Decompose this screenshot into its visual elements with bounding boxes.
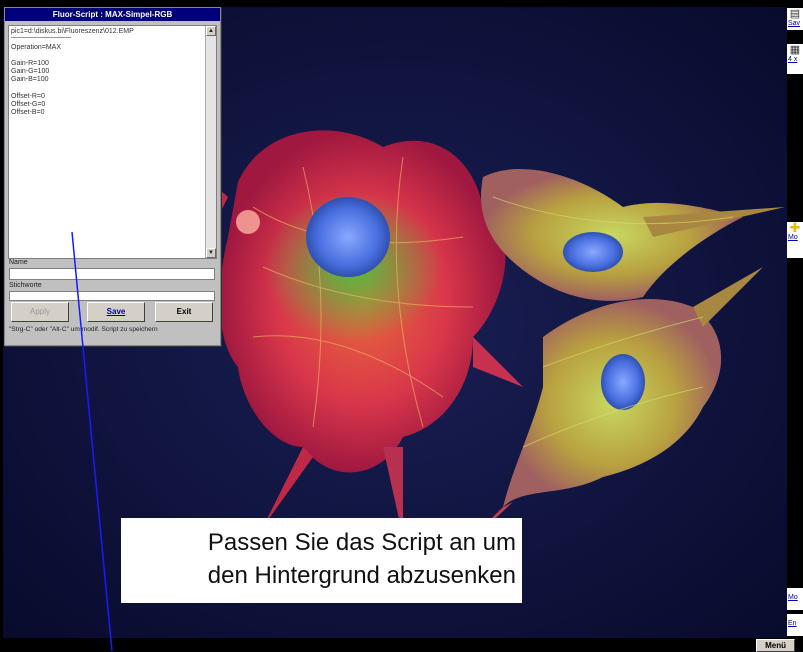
name-label: Name — [9, 259, 28, 266]
move-tool[interactable]: ✚ Mo — [787, 222, 803, 258]
name-field[interactable] — [9, 268, 215, 280]
grid-icon: ▦ — [789, 44, 801, 56]
application-window: ▤ Sav ▦ 4 x ✚ Mo Mo En Menü Fluor-Script… — [0, 0, 803, 652]
crosshair-icon: ✚ — [789, 222, 801, 235]
instruction-callout: Passen Sie das Script an um den Hintergr… — [121, 518, 522, 603]
script-line — [11, 85, 201, 93]
callout-line-2: den Hintergrund abzusenken — [207, 562, 516, 589]
menu-button[interactable]: Menü — [756, 639, 795, 652]
scroll-down-icon[interactable]: ▼ — [206, 248, 216, 258]
script-line: Gain-B=100 — [11, 76, 49, 84]
scroll-up-icon[interactable]: ▲ — [206, 26, 216, 36]
end-tool[interactable]: En — [787, 614, 803, 636]
fluor-script-dialog: Fluor-Script : MAX-Simpel-RGB pic1=d:\di… — [4, 7, 221, 346]
keywords-label: Stichworte — [9, 282, 42, 289]
save-hint: "Strg-C" oder "Alt-C" um modif. Script z… — [9, 326, 158, 333]
script-line: Gain-R=100 — [11, 60, 49, 68]
dialog-title: Fluor-Script : MAX-Simpel-RGB — [5, 8, 220, 21]
save-icon: ▤ — [789, 8, 801, 20]
script-line: Gain-G=100 — [11, 68, 50, 76]
callout-text: Passen Sie das Script an um den Hintergr… — [208, 526, 516, 592]
script-line: Offset-B=0 — [11, 108, 45, 116]
keywords-field[interactable] — [9, 291, 215, 301]
script-line: Offset-G=0 — [11, 100, 46, 108]
script-line: Offset-R=0 — [11, 92, 45, 100]
save-tool[interactable]: ▤ Sav — [787, 8, 803, 30]
script-line — [11, 52, 201, 60]
bottom-bar: Menü — [0, 638, 803, 652]
exit-button[interactable]: Exit — [155, 302, 213, 322]
mode-tool[interactable]: Mo — [787, 588, 803, 610]
script-line: Operation=MAX — [11, 44, 61, 52]
save-button[interactable]: Save — [87, 302, 145, 322]
apply-button[interactable]: Apply — [11, 302, 69, 322]
script-line: pic1=d:\diskus.bi\Fluoreszenz\012.EMP — [11, 28, 134, 35]
script-scrollbar[interactable]: ▲ ▼ — [205, 26, 216, 258]
callout-line-1: Passen Sie das Script an um — [207, 529, 516, 556]
grid-tool[interactable]: ▦ 4 x — [787, 44, 803, 74]
separator-line — [11, 37, 71, 38]
script-editor[interactable]: pic1=d:\diskus.bi\Fluoreszenz\012.EMP Op… — [8, 25, 217, 259]
script-text[interactable]: pic1=d:\diskus.bi\Fluoreszenz\012.EMP Op… — [11, 28, 201, 117]
tool-strip: ▤ Sav ▦ 4 x ✚ Mo Mo En — [787, 0, 803, 640]
